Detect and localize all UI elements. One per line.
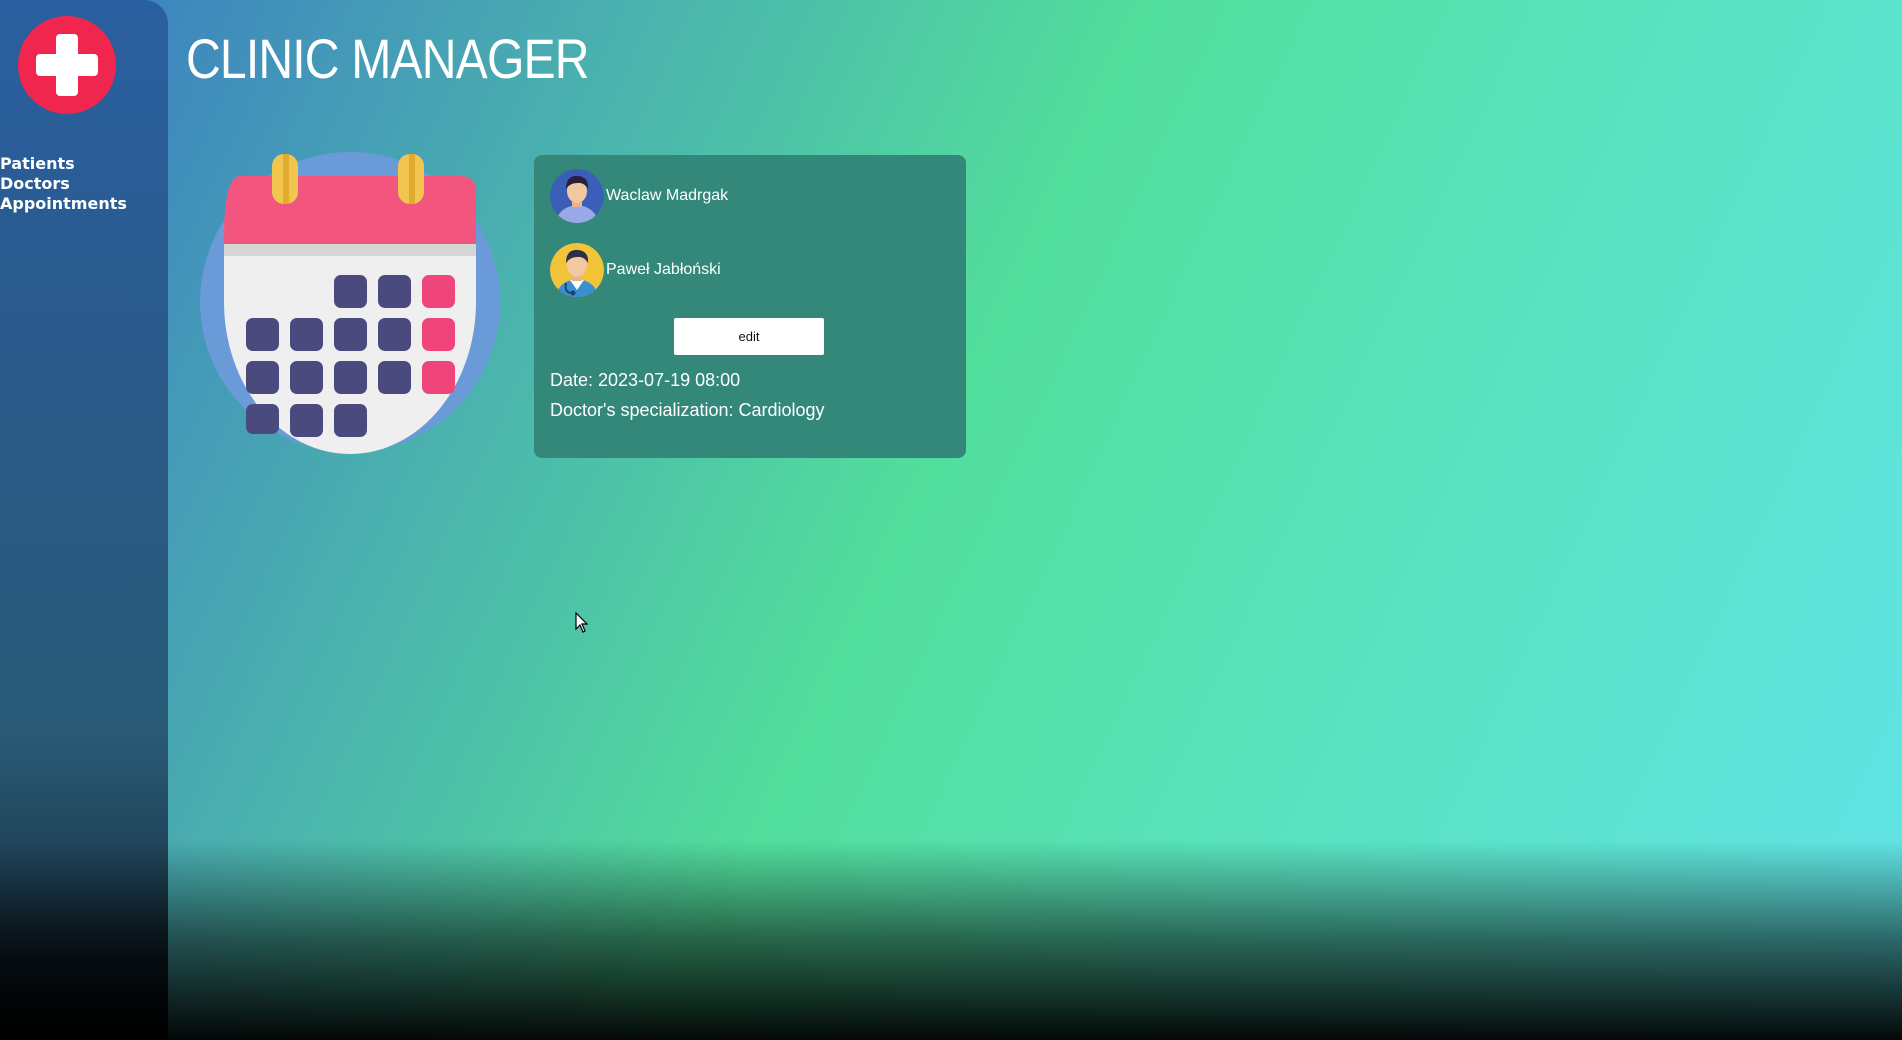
- page-title: CLINIC MANAGER: [186, 27, 590, 90]
- doctor-entry: Paweł Jabłoński: [550, 243, 721, 297]
- calendar-icon: [200, 152, 500, 454]
- sidebar: Patients Doctors Appointments: [0, 0, 168, 1040]
- patient-name: Waclaw Madrgak: [606, 187, 729, 204]
- appointment-card: Waclaw Madrgak Paweł Jabłoński edit Date…: [534, 155, 966, 458]
- doctor-specialization: Doctor's specialization: Cardiology: [550, 400, 825, 420]
- sidebar-item-appointments[interactable]: Appointments: [0, 194, 127, 214]
- patient-entry: Waclaw Madrgak: [550, 169, 728, 223]
- sidebar-item-doctors[interactable]: Doctors: [0, 174, 127, 194]
- doctor-avatar-icon: [550, 243, 604, 297]
- edit-button[interactable]: edit: [674, 318, 824, 355]
- appointment-date: Date: 2023-07-19 08:00: [550, 370, 741, 390]
- sidebar-item-patients[interactable]: Patients: [0, 154, 127, 174]
- doctor-name: Paweł Jabłoński: [606, 261, 721, 278]
- sidebar-nav: Patients Doctors Appointments: [0, 154, 127, 214]
- logo-cross-horizontal: [36, 54, 98, 76]
- mouse-cursor-icon: [575, 612, 589, 633]
- bottom-shadow: [0, 840, 1902, 1040]
- patient-avatar-icon: [550, 169, 604, 223]
- medical-cross-icon[interactable]: [18, 16, 116, 114]
